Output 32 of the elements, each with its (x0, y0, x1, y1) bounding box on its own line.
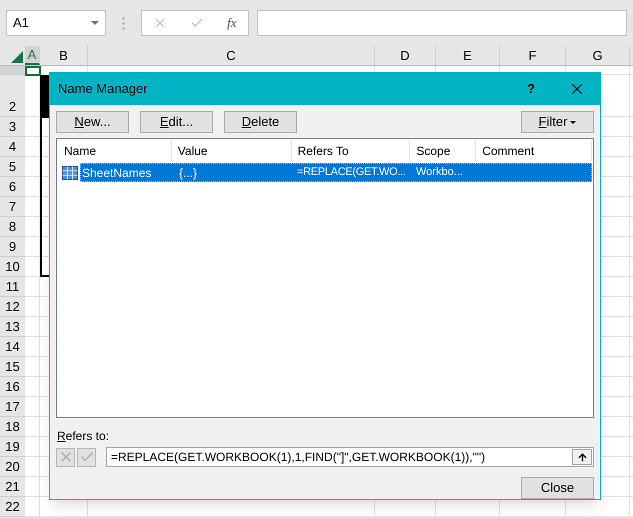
cancel-edit-button[interactable] (56, 448, 75, 466)
dialog-button[interactable]: Edit... (140, 111, 213, 133)
name-box[interactable]: A1 (6, 10, 106, 36)
table-cell-text: =REPLACE(GET.WO... (296, 165, 407, 180)
table-icon (62, 166, 78, 180)
table-cell-text: SheetNames (81, 164, 152, 182)
column-header[interactable]: A (25, 46, 40, 65)
window-title: Name Manager (58, 80, 149, 98)
select-all-corner[interactable] (11, 51, 23, 63)
refers-to-label: Refers to: (57, 428, 110, 445)
dialog-button[interactable]: Delete (224, 111, 297, 133)
filter-button[interactable]: Filter (521, 111, 594, 133)
help-button[interactable]: ? (508, 73, 554, 105)
selected-cell (25, 66, 41, 76)
dialog-button[interactable]: New... (56, 111, 129, 133)
formula-field[interactable] (257, 10, 627, 36)
table-cell-text: Workbo... (415, 165, 464, 180)
arrow-up-icon (576, 452, 588, 462)
caret-icon (570, 120, 576, 124)
table-cell-text: {...} (178, 164, 198, 182)
refers-to-field[interactable]: =REPLACE(GET.WORKBOOK(1),1,FIND("]",GET.WORKBOOK(1)),"") (106, 447, 594, 467)
column-heading[interactable]: Refers To (292, 141, 410, 161)
function-button[interactable]: fx (227, 13, 237, 33)
column-heading[interactable]: Value (172, 141, 292, 161)
column-heading[interactable]: Scope (410, 141, 476, 161)
grip-icon (122, 16, 125, 30)
column-heading[interactable]: Name (58, 141, 172, 161)
collapse-button[interactable] (572, 449, 592, 465)
confirm-edit-button[interactable] (77, 448, 96, 466)
dropdown-icon (91, 21, 99, 25)
close-button[interactable]: Close (521, 477, 594, 499)
column-heading[interactable]: Comment (476, 141, 592, 161)
